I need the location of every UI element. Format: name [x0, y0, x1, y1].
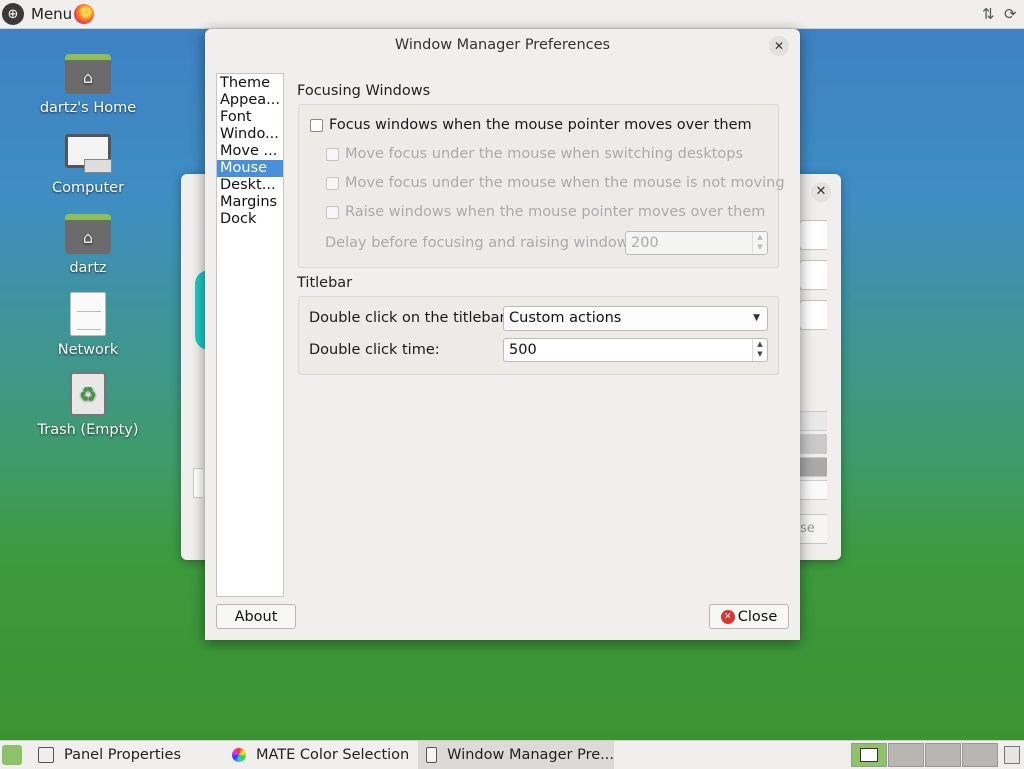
- workspace-window-icon: [860, 748, 878, 762]
- desktop-icon-network[interactable]: Network: [33, 292, 143, 358]
- category-item-margins[interactable]: Margins: [217, 194, 283, 211]
- home-folder-icon: ⌂: [65, 54, 111, 94]
- focus-not-moving-checkbox[interactable]: [326, 176, 339, 190]
- color-field[interactable]: [799, 300, 827, 330]
- desktop-icon-label: Network: [57, 342, 119, 358]
- delay-value: 200: [631, 235, 659, 251]
- network-icon: [70, 292, 106, 336]
- desktop-icon-home[interactable]: ⌂ dartz's Home: [33, 54, 143, 116]
- task-mate-color-selection[interactable]: MATE Color Selection: [224, 741, 423, 769]
- color-swatch[interactable]: [799, 434, 827, 454]
- task-window-manager-preferences[interactable]: Window Manager Pre...: [418, 741, 614, 769]
- category-item-windows[interactable]: Windo...: [217, 126, 283, 143]
- trash-icon[interactable]: [1004, 746, 1020, 764]
- close-icon[interactable]: ✕: [769, 36, 789, 56]
- double-click-action-value: Custom actions: [509, 310, 622, 326]
- raise-windows-label: Raise windows when the mouse pointer mov…: [345, 204, 766, 220]
- desktop-icon-label: Trash (Empty): [37, 422, 139, 438]
- top-panel: ⊕ Menu ⇅ ⟳: [0, 0, 1024, 29]
- category-item-mouse[interactable]: Mouse: [217, 160, 283, 177]
- category-item-font[interactable]: Font: [217, 109, 283, 126]
- category-list: Theme Appea... Font Windo... Move ... Mo…: [216, 73, 284, 597]
- focus-follows-mouse-label: Focus windows when the mouse pointer mov…: [329, 117, 752, 133]
- desktop-icon-computer[interactable]: Computer: [33, 134, 143, 196]
- color-swatch[interactable]: [799, 411, 827, 431]
- workspace-1[interactable]: [851, 743, 887, 767]
- focusing-heading: Focusing Windows: [297, 83, 431, 99]
- desktop-icon-label: dartz's Home: [39, 100, 137, 116]
- spin-arrows-icon[interactable]: ▲ ▼: [752, 339, 767, 361]
- color-selection-icon: [232, 748, 246, 762]
- about-button-label: About: [234, 608, 278, 625]
- delay-label: Delay before focusing and raising window…: [325, 235, 641, 251]
- desktop-icon-trash[interactable]: ♻ Trash (Empty): [33, 372, 143, 438]
- spin-arrows-icon[interactable]: ▲ ▼: [752, 232, 767, 254]
- double-click-action-combo[interactable]: Custom actions ▼: [503, 306, 768, 331]
- workspace-3[interactable]: [925, 743, 961, 767]
- focus-switching-checkbox[interactable]: [326, 147, 339, 161]
- update-icon[interactable]: ⟳: [1004, 5, 1022, 23]
- color-field[interactable]: [799, 260, 827, 290]
- color-field[interactable]: [799, 220, 827, 250]
- window-icon: [426, 747, 438, 763]
- desktop-icon-dartz[interactable]: ⌂ dartz: [33, 214, 143, 276]
- chevron-down-icon: ▼: [753, 313, 760, 323]
- window-manager-preferences-dialog: Window Manager Preferences ✕ Theme Appea…: [205, 29, 800, 640]
- task-label: Window Manager Pre...: [447, 747, 614, 763]
- workspace-2[interactable]: [888, 743, 924, 767]
- close-icon[interactable]: ✕: [811, 182, 831, 202]
- bg-field-left[interactable]: [193, 468, 203, 498]
- raise-windows-checkbox[interactable]: [326, 205, 339, 219]
- firefox-icon[interactable]: [74, 4, 94, 24]
- category-item-theme[interactable]: Theme: [217, 75, 283, 92]
- menu-label: Menu: [31, 5, 73, 23]
- focus-follows-mouse-checkbox[interactable]: [310, 118, 323, 132]
- focus-follows-mouse-row[interactable]: Focus windows when the mouse pointer mov…: [310, 117, 752, 133]
- raise-windows-row: Raise windows when the mouse pointer mov…: [326, 204, 765, 220]
- close-button[interactable]: ✕ Close: [709, 604, 789, 629]
- double-click-time-value: 500: [509, 342, 537, 358]
- home-folder-icon: ⌂: [65, 214, 111, 254]
- menu-button[interactable]: ⊕ Menu: [0, 0, 72, 28]
- workspace-4[interactable]: [962, 743, 998, 767]
- category-item-dock[interactable]: Dock: [217, 211, 283, 228]
- titlebar-heading: Titlebar: [297, 275, 353, 291]
- trash-icon: ♻: [70, 372, 106, 416]
- category-item-appearance[interactable]: Appea...: [217, 92, 283, 109]
- network-icon[interactable]: ⇅: [982, 5, 998, 23]
- bottom-panel: Panel Properties MATE Color Selection Wi…: [0, 740, 1024, 769]
- desktop-icon-label: Computer: [51, 180, 125, 196]
- focus-not-moving-label: Move focus under the mouse when the mous…: [345, 175, 785, 191]
- color-swatch[interactable]: [799, 457, 827, 477]
- category-item-move[interactable]: Move ...: [217, 143, 283, 160]
- task-label: Panel Properties: [64, 747, 182, 763]
- panel-properties-icon: [38, 747, 54, 763]
- task-label: MATE Color Selection: [256, 747, 410, 763]
- focus-switching-row: Move focus under the mouse when switchin…: [326, 146, 743, 162]
- show-desktop-icon[interactable]: [2, 745, 22, 765]
- double-click-time-label: Double click time:: [309, 342, 440, 358]
- task-panel-properties[interactable]: Panel Properties: [30, 741, 195, 769]
- close-button-label: Close: [737, 608, 778, 625]
- focus-not-moving-row: Move focus under the mouse when the mous…: [326, 175, 785, 191]
- desktop-icon-label: dartz: [69, 260, 107, 276]
- focus-switching-label: Move focus under the mouse when switchin…: [345, 146, 744, 162]
- bg-button-label: se: [800, 521, 815, 536]
- category-item-desktop[interactable]: Deskt...: [217, 177, 283, 194]
- double-click-time-spinner[interactable]: 500 ▲ ▼: [503, 338, 768, 362]
- delay-spinner[interactable]: 200 ▲ ▼: [625, 231, 768, 255]
- computer-icon: [65, 134, 112, 173]
- close-icon: ✕: [720, 609, 735, 624]
- dialog-title: Window Manager Preferences: [394, 37, 611, 53]
- double-click-label: Double click on the titlebar:: [309, 310, 511, 326]
- about-button[interactable]: About: [216, 604, 296, 629]
- color-swatch[interactable]: [799, 480, 827, 500]
- distro-logo-icon: ⊕: [2, 3, 24, 25]
